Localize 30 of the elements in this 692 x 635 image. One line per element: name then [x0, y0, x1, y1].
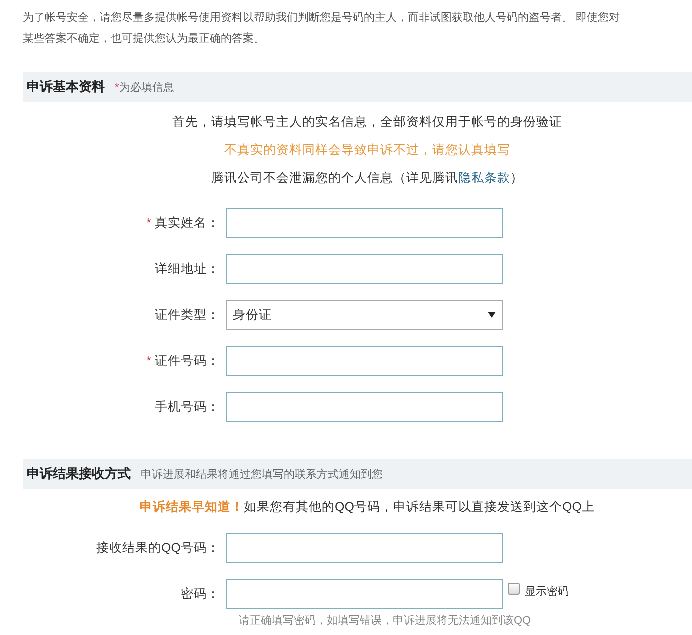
field-label: * 证件号码：	[146, 352, 221, 370]
section-title: 申诉基本资料	[27, 78, 105, 96]
field-label: * 真实姓名：	[146, 214, 221, 232]
field-label: 证件类型：	[154, 306, 221, 324]
select-field[interactable]: 身份证	[226, 300, 503, 330]
text-field[interactable]	[226, 392, 503, 422]
checkbox[interactable]	[508, 583, 520, 595]
section-title: 申诉结果接收方式	[27, 465, 131, 483]
info-text: 申诉结果早知道！如果您有其他的QQ号码，申诉结果可以直接发送到这个QQ上	[140, 499, 595, 516]
text-field[interactable]	[226, 533, 503, 563]
intro-text: 为了帐号安全，请您尽量多提供帐号使用资料以帮助我们判断您是号码的主人，而非试图获取他人号码的盗号者。 即使您对某些答案不确定，也可提供您认为最正确的答案。	[23, 10, 622, 47]
field-label: 详细地址：	[154, 260, 221, 278]
field-label: 密码：	[180, 586, 221, 602]
required-mark: *	[146, 216, 153, 230]
field-label: 手机号码：	[154, 398, 221, 416]
hint-text: 请正确填写密码，如填写错误，申诉进展将无法通知到该QQ	[238, 614, 532, 628]
text-field[interactable]	[226, 346, 503, 376]
text-field[interactable]	[226, 208, 503, 238]
required-mark: *	[146, 354, 153, 368]
field-label: 接收结果的QQ号码：	[96, 540, 221, 556]
password-field[interactable]	[226, 579, 503, 609]
info-text: 首先，请填写帐号主人的实名信息，全部资料仅用于帐号的身份验证	[172, 114, 562, 131]
privacy-text: 腾讯公司不会泄漏您的个人信息（详见腾讯隐私条款）	[212, 170, 524, 187]
section-note: 申诉进展和结果将通过您填写的联系方式通知到您	[141, 468, 383, 482]
privacy-link[interactable]: 隐私条款	[458, 171, 510, 185]
section-note: *为必填信息	[115, 80, 174, 94]
caret-icon	[488, 312, 496, 318]
warning-text: 不真实的资料同样会导致申诉不过，请您认真填写	[224, 142, 510, 159]
text-field[interactable]	[226, 254, 503, 284]
checkbox-label: 显示密码	[525, 584, 569, 599]
